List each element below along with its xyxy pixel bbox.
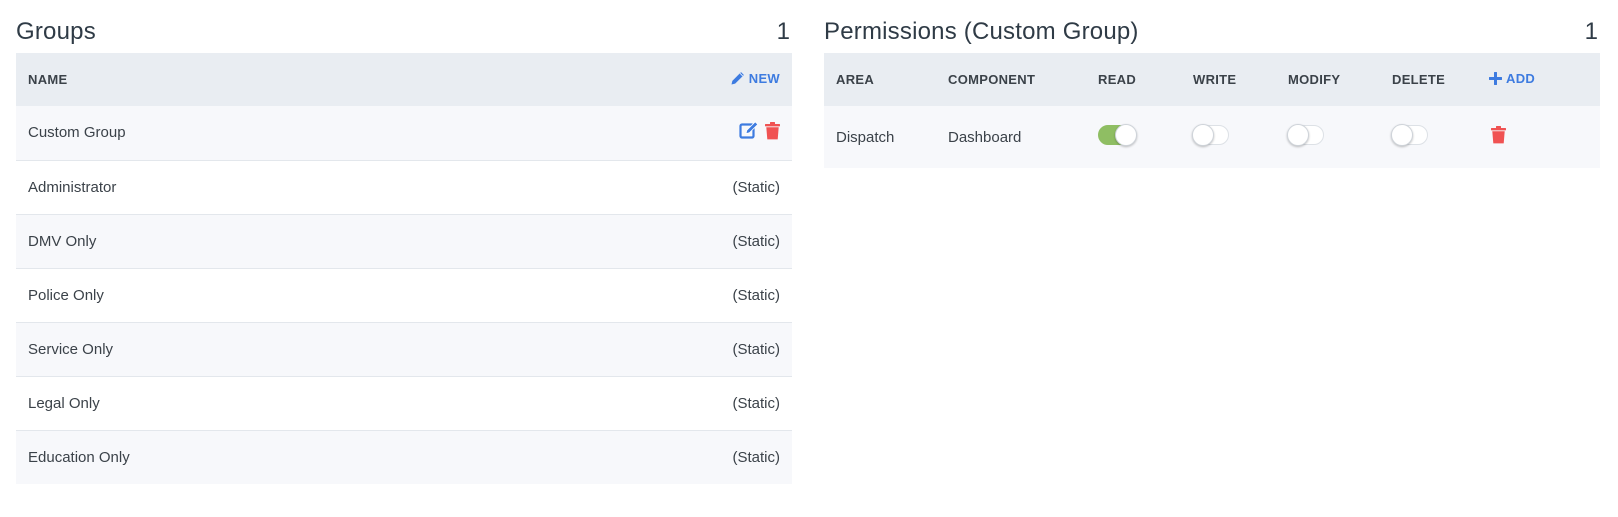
table-row[interactable]: Education Only (Static) <box>16 430 792 484</box>
table-row[interactable]: Administrator (Static) <box>16 160 792 214</box>
edit-icon[interactable] <box>739 121 759 140</box>
group-name: Administrator <box>28 178 117 196</box>
group-name: Education Only <box>28 448 130 466</box>
modify-toggle[interactable] <box>1287 124 1324 146</box>
toggle-knob <box>1115 124 1137 146</box>
group-name: DMV Only <box>28 232 97 250</box>
groups-count: 1 <box>776 17 790 45</box>
add-permission-label: ADD <box>1506 71 1536 86</box>
permissions-table: AREA COMPONENT READ WRITE MODIFY DELETE … <box>824 53 1600 168</box>
table-row[interactable]: DMV Only (Static) <box>16 214 792 268</box>
column-header-component: COMPONENT <box>948 72 1036 87</box>
toggle-knob <box>1192 124 1214 146</box>
trash-icon[interactable] <box>1491 126 1506 144</box>
column-header-read: READ <box>1098 72 1137 87</box>
column-header-area: AREA <box>836 72 875 87</box>
permissions-table-header: AREA COMPONENT READ WRITE MODIFY DELETE … <box>824 53 1600 106</box>
pencil-icon <box>730 71 745 86</box>
permissions-header: Permissions (Custom Group) 1 <box>824 0 1600 53</box>
group-status: (Static) <box>732 340 780 358</box>
table-row[interactable]: Police Only (Static) <box>16 268 792 322</box>
groups-table-header: NAME NEW <box>16 53 792 106</box>
toggle-knob <box>1287 124 1309 146</box>
trash-icon[interactable] <box>765 121 780 140</box>
toggle-knob <box>1391 124 1413 146</box>
group-status: (Static) <box>732 178 780 196</box>
table-row[interactable]: Legal Only (Static) <box>16 376 792 430</box>
permission-component: Dashboard <box>948 128 1022 146</box>
column-header-modify: MODIFY <box>1288 72 1341 87</box>
group-name: Service Only <box>28 340 114 358</box>
group-status: (Static) <box>732 448 780 466</box>
permissions-panel: Permissions (Custom Group) 1 AREA COMPON… <box>824 0 1600 168</box>
permissions-title: Permissions (Custom Group) <box>824 17 1139 45</box>
group-name: Custom Group <box>28 124 126 142</box>
table-row[interactable]: Custom Group <box>16 106 792 160</box>
table-row: Dispatch Dashboard <box>824 106 1600 168</box>
new-group-label: NEW <box>748 70 780 86</box>
permission-area: Dispatch <box>836 128 895 146</box>
groups-header: Groups 1 <box>16 0 792 53</box>
permissions-count: 1 <box>1584 17 1598 45</box>
group-status: (Static) <box>732 394 780 412</box>
write-toggle[interactable] <box>1192 124 1229 146</box>
groups-panel: Groups 1 NAME NEW Custom Group Administr… <box>16 0 792 484</box>
plus-icon <box>1489 72 1502 85</box>
group-status: (Static) <box>732 232 780 250</box>
group-name: Legal Only <box>28 394 100 412</box>
read-toggle[interactable] <box>1098 124 1137 146</box>
group-name: Police Only <box>28 286 104 304</box>
group-status: (Static) <box>732 286 780 304</box>
row-actions <box>739 121 780 140</box>
delete-toggle[interactable] <box>1391 124 1428 146</box>
groups-title: Groups <box>16 17 96 45</box>
column-header-name: NAME <box>28 72 68 87</box>
column-header-write: WRITE <box>1193 72 1237 87</box>
add-permission-button[interactable]: ADD <box>1489 71 1535 86</box>
new-group-button[interactable]: NEW <box>730 71 780 86</box>
table-row[interactable]: Service Only (Static) <box>16 322 792 376</box>
groups-table: NAME NEW Custom Group Administrator (Sta… <box>16 53 792 484</box>
column-header-delete: DELETE <box>1392 72 1446 87</box>
